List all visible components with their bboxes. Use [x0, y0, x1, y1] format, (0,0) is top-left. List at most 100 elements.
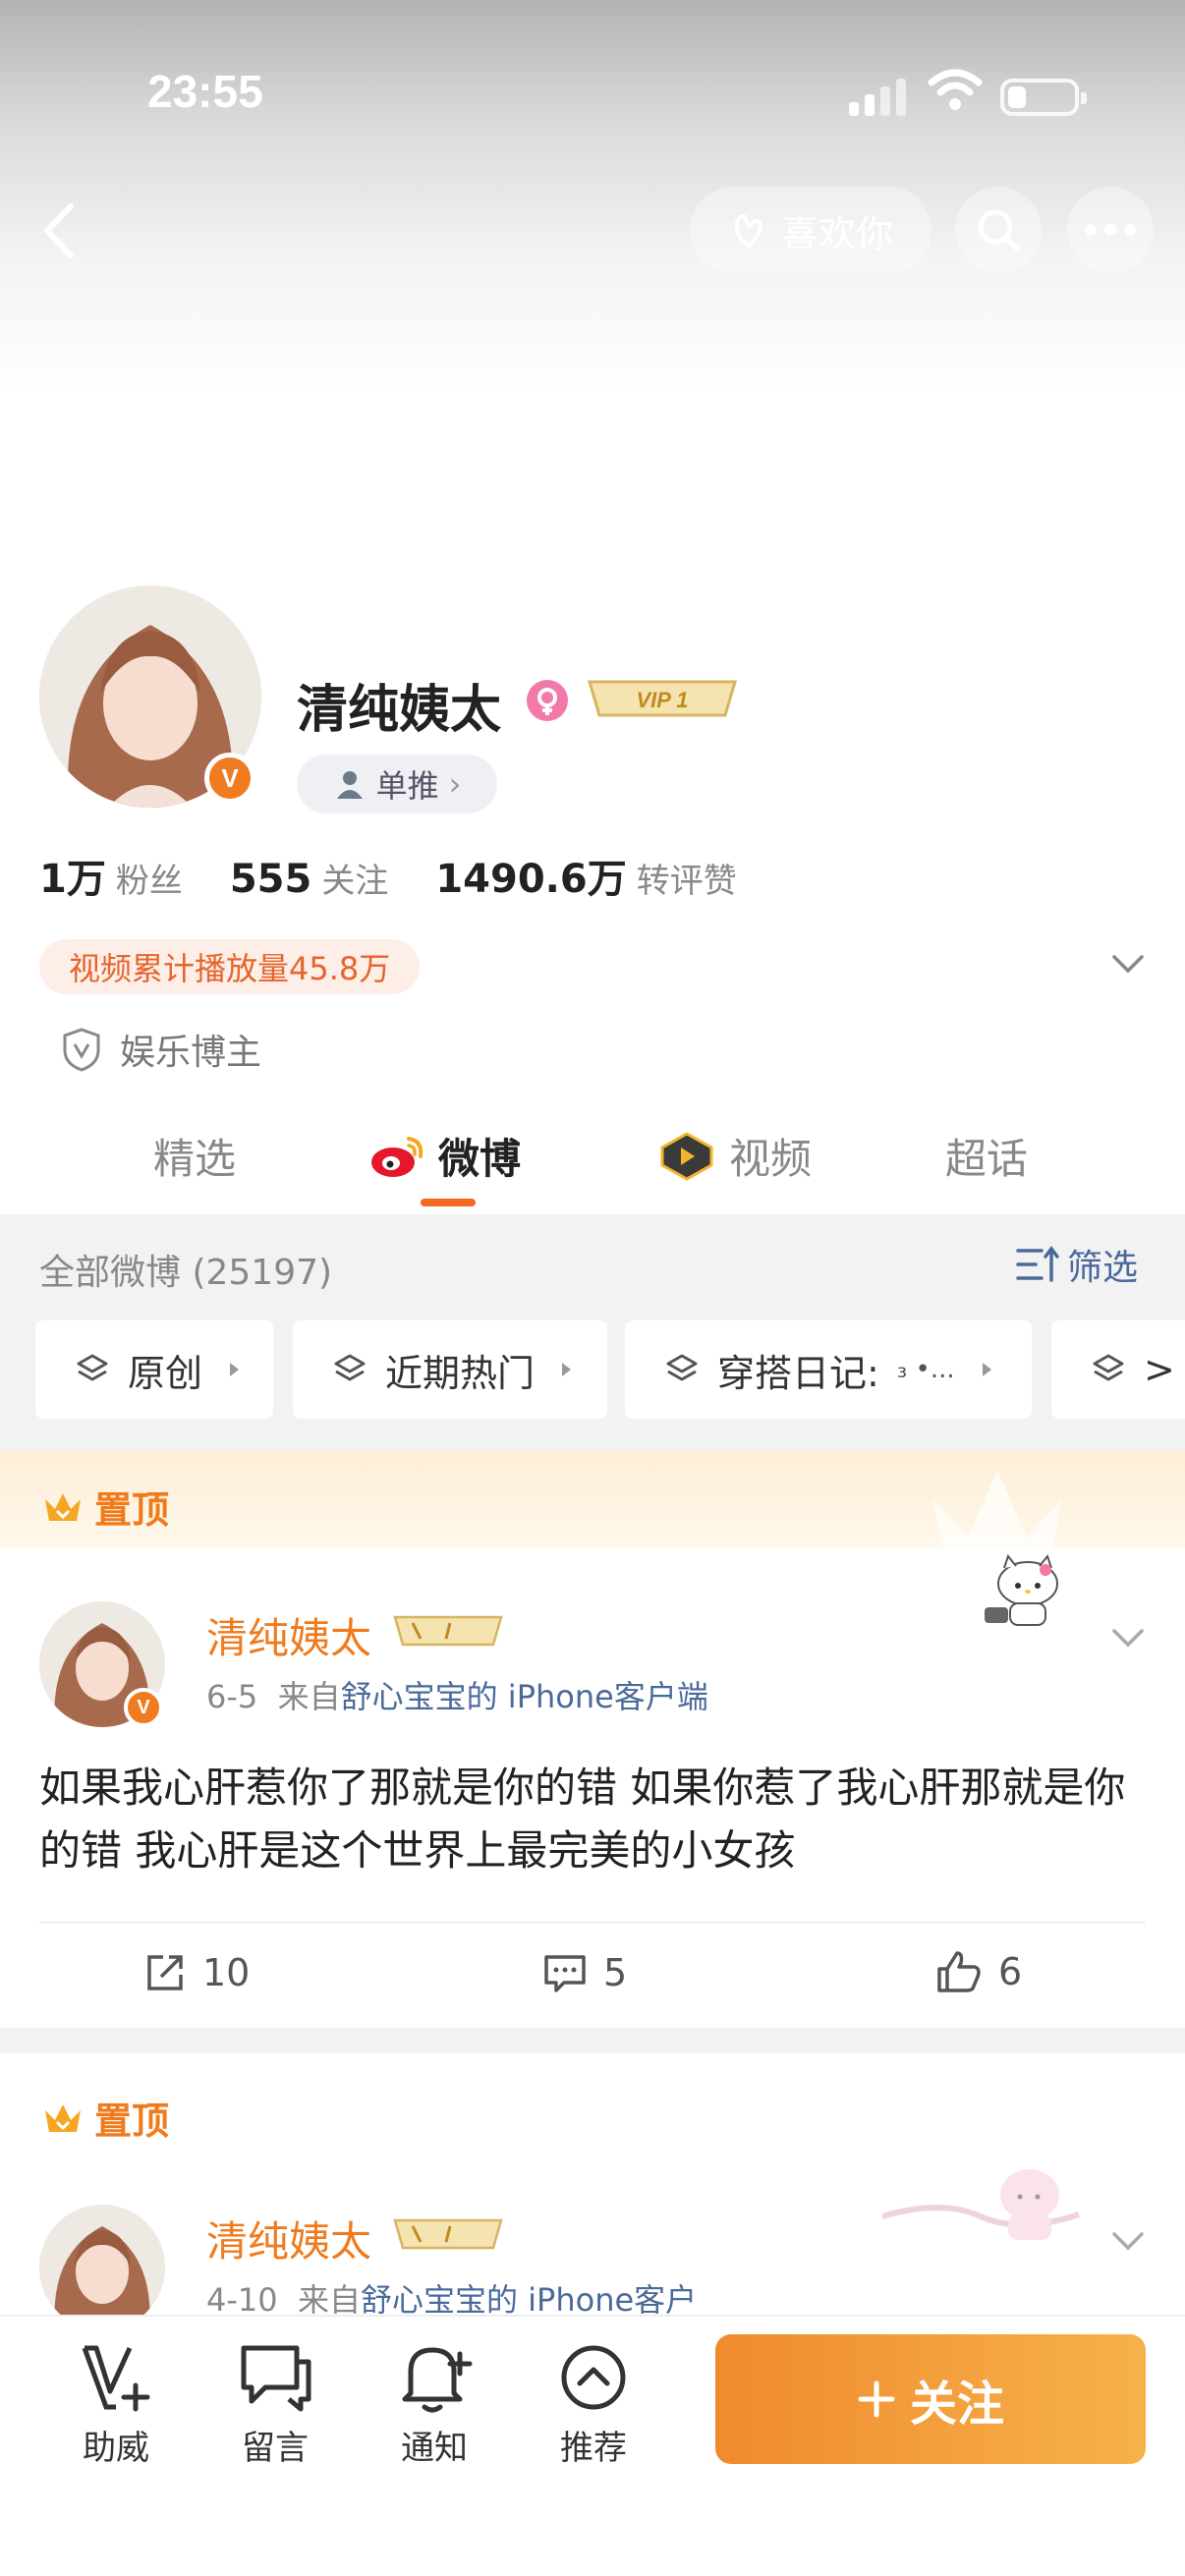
chevron-down-icon[interactable]: [1108, 1623, 1148, 1652]
nav-message[interactable]: 留言: [216, 2340, 334, 2469]
like-you-button[interactable]: 喜欢你: [690, 187, 931, 273]
hand-heart-icon: [734, 214, 762, 248]
nav-recommend[interactable]: 推荐: [535, 2340, 652, 2469]
post-card[interactable]: 置顶 清纯姨太 4-10 来自舒心宝宝的 iPhone客户: [0, 2053, 1185, 2315]
wifi-icon: [928, 69, 983, 110]
search-icon: [978, 209, 1020, 252]
all-posts-count: 全部微博 (25197): [39, 1253, 333, 1293]
pinned-label: 置顶: [41, 1480, 169, 1534]
fan-support-button[interactable]: 单推 ›: [297, 755, 497, 813]
profile-tabs: 精选 微博 视频 超话: [0, 1110, 1185, 1208]
category-chips: 原创 近期热门 穿搭日记: ₃ •... >: [35, 1320, 1185, 1419]
verified-v-badge: V: [204, 753, 255, 804]
cheer-v-plus-icon: [82, 2345, 150, 2412]
follow-button[interactable]: 关注: [715, 2334, 1146, 2464]
chevron-down-icon[interactable]: [1108, 2226, 1148, 2256]
layers-icon: [77, 1354, 108, 1381]
pinned-label: 置顶: [41, 2091, 169, 2145]
person-icon: [336, 771, 363, 799]
comment-button[interactable]: 5: [542, 1951, 627, 1994]
triangle-right-icon: [982, 1363, 991, 1376]
status-time: 23:55: [147, 66, 263, 117]
filter-button[interactable]: 筛选: [1016, 1240, 1138, 1289]
cellular-signal-icon: [849, 77, 908, 116]
female-gender-icon: [527, 680, 568, 721]
post-source[interactable]: 舒心宝宝的 iPhone客户: [361, 2281, 697, 2315]
more-button[interactable]: [1067, 187, 1154, 273]
repost-button[interactable]: 10: [143, 1951, 250, 1994]
interactions-count: 1490.6万: [435, 857, 627, 902]
role-row[interactable]: 娱乐博主: [61, 1022, 261, 1077]
layers-icon: [334, 1354, 366, 1381]
shield-v-icon: [63, 1028, 100, 1072]
triangle-right-icon: [562, 1363, 572, 1376]
following-count[interactable]: 555: [230, 857, 312, 902]
message-icon: [241, 2345, 311, 2412]
tab-featured[interactable]: 精选: [153, 1126, 236, 1186]
comment-count: 5: [603, 1951, 628, 1994]
like-button[interactable]: 6: [935, 1949, 1022, 1994]
chip-more[interactable]: >: [1051, 1320, 1185, 1419]
post-card[interactable]: 置顶 V 清纯姨太 6-5 来自舒心宝宝的 iPhone客户端 如果我心肝惹你了…: [0, 1450, 1185, 2028]
svg-text:VIP 1: VIP 1: [637, 688, 689, 712]
chip-outfit-diary[interactable]: 穿搭日记: ₃ •...: [625, 1320, 1032, 1419]
crown-icon: [45, 2103, 81, 2132]
weibo-logo-icon: [371, 1136, 423, 1177]
post-meta: 4-10 来自舒心宝宝的 iPhone客户: [206, 2275, 697, 2315]
tab-super-topic[interactable]: 超话: [945, 1126, 1028, 1186]
chevron-right-icon: ›: [448, 765, 462, 803]
video-plays-badge[interactable]: 视频累计播放量45.8万: [39, 939, 421, 994]
following-label[interactable]: 关注: [321, 854, 388, 902]
hello-kitty-sticker-icon: [985, 1553, 1058, 1626]
post-date: 6-5: [206, 1678, 258, 1715]
post-source[interactable]: 舒心宝宝的 iPhone客户端: [341, 1678, 708, 1715]
post-divider: [39, 1922, 1146, 1924]
vip-badge-icon: [393, 1615, 503, 1647]
layers-icon: [1093, 1354, 1124, 1381]
active-tab-indicator: [421, 1199, 476, 1206]
tab-video[interactable]: 视频: [656, 1126, 812, 1186]
chip-recent-hot[interactable]: 近期热门: [293, 1320, 607, 1419]
nav-cheer[interactable]: 助威: [57, 2340, 175, 2469]
triangle-right-icon: [230, 1363, 240, 1376]
plus-icon: [858, 2380, 895, 2418]
fan-support-label: 单推: [375, 767, 439, 805]
search-button[interactable]: [955, 187, 1042, 273]
more-dots-icon: [1085, 224, 1136, 236]
vip-badge-icon: VIP 1: [587, 680, 738, 717]
post-content[interactable]: 如果我心肝惹你了那就是你的错 如果你惹了我心肝那就是你的错 我心肝是这个世界上最…: [39, 1757, 1150, 1882]
filter-sort-icon: [1016, 1246, 1059, 1282]
interactions-label: 转评赞: [636, 862, 737, 901]
profile-name: 清纯姨太: [297, 681, 502, 740]
chevron-up-circle-icon: [561, 2345, 626, 2410]
nav-notify[interactable]: 通知: [375, 2340, 493, 2469]
tab-weibo[interactable]: 微博: [369, 1126, 521, 1186]
status-bar: 23:55: [0, 0, 1185, 187]
followers-label[interactable]: 粉丝: [116, 854, 183, 902]
chip-original[interactable]: 原创: [35, 1320, 273, 1419]
bottom-action-bar: 助威 留言 通知 推荐 关注: [0, 2315, 1185, 2576]
post-date: 4-10: [206, 2281, 278, 2315]
layers-icon: [666, 1354, 698, 1381]
role-label: 娱乐博主: [120, 1033, 262, 1073]
post-from: 来自: [277, 1678, 341, 1715]
crown-icon: [45, 1492, 81, 1521]
followers-count[interactable]: 1万: [39, 847, 106, 904]
like-count: 6: [998, 1950, 1023, 1993]
share-icon: [147, 1955, 183, 1990]
bell-plus-icon: [402, 2347, 473, 2413]
back-arrow-icon[interactable]: [29, 196, 88, 265]
post-author-name[interactable]: 清纯姨太: [206, 1605, 371, 1665]
verified-v-badge: V: [124, 1688, 163, 1727]
chevron-down-icon[interactable]: [1108, 949, 1148, 979]
profile-stats: 1万 粉丝 555 关注 1490.6万 转评赞: [39, 847, 784, 906]
follow-label: 关注: [909, 2377, 1004, 2432]
vip-badge-icon: [393, 2218, 503, 2250]
battery-icon: [1000, 79, 1087, 116]
like-you-label: 喜欢你: [780, 211, 893, 255]
post-from: 来自: [297, 2281, 361, 2315]
filter-label: 筛选: [1067, 1248, 1139, 1288]
post-author-name[interactable]: 清纯姨太: [206, 2209, 371, 2268]
my-melody-sticker-icon: [882, 2169, 1080, 2240]
post-author-avatar[interactable]: [39, 2205, 165, 2315]
